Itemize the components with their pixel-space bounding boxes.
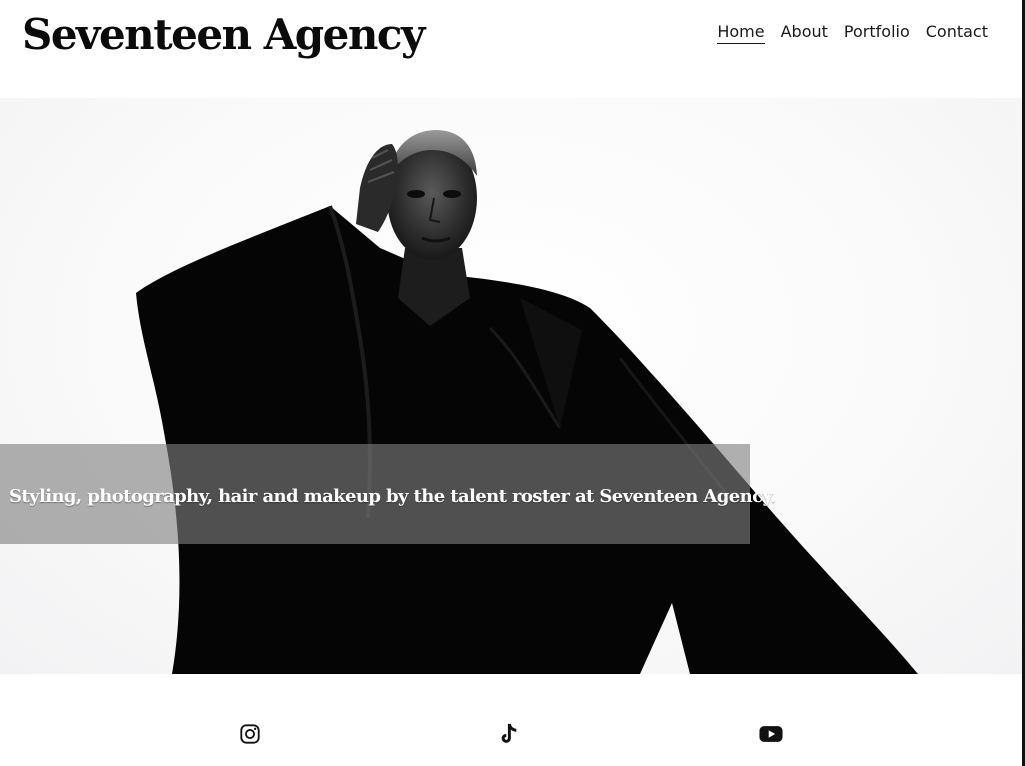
nav-item-contact[interactable]: Contact bbox=[926, 22, 988, 44]
hero-image bbox=[136, 130, 918, 674]
hero-caption: Styling, photography, hair and makeup by… bbox=[9, 486, 777, 507]
site-title[interactable]: Seventeen Agency bbox=[22, 11, 425, 58]
tiktok-icon[interactable] bbox=[497, 722, 521, 746]
youtube-icon[interactable] bbox=[759, 722, 783, 746]
coat-shape bbox=[136, 206, 918, 674]
nav-item-portfolio[interactable]: Portfolio bbox=[844, 22, 910, 44]
nav-item-about[interactable]: About bbox=[781, 22, 828, 44]
main-nav: Home About Portfolio Contact bbox=[717, 22, 988, 44]
nav-item-home[interactable]: Home bbox=[717, 22, 765, 44]
site-header: Seventeen Agency Home About Portfolio Co… bbox=[0, 0, 1022, 98]
instagram-icon[interactable] bbox=[238, 722, 262, 746]
eye-left bbox=[407, 190, 425, 198]
eye-right bbox=[443, 190, 461, 198]
hero-section: Styling, photography, hair and makeup by… bbox=[0, 98, 1022, 674]
social-links bbox=[0, 674, 1022, 766]
